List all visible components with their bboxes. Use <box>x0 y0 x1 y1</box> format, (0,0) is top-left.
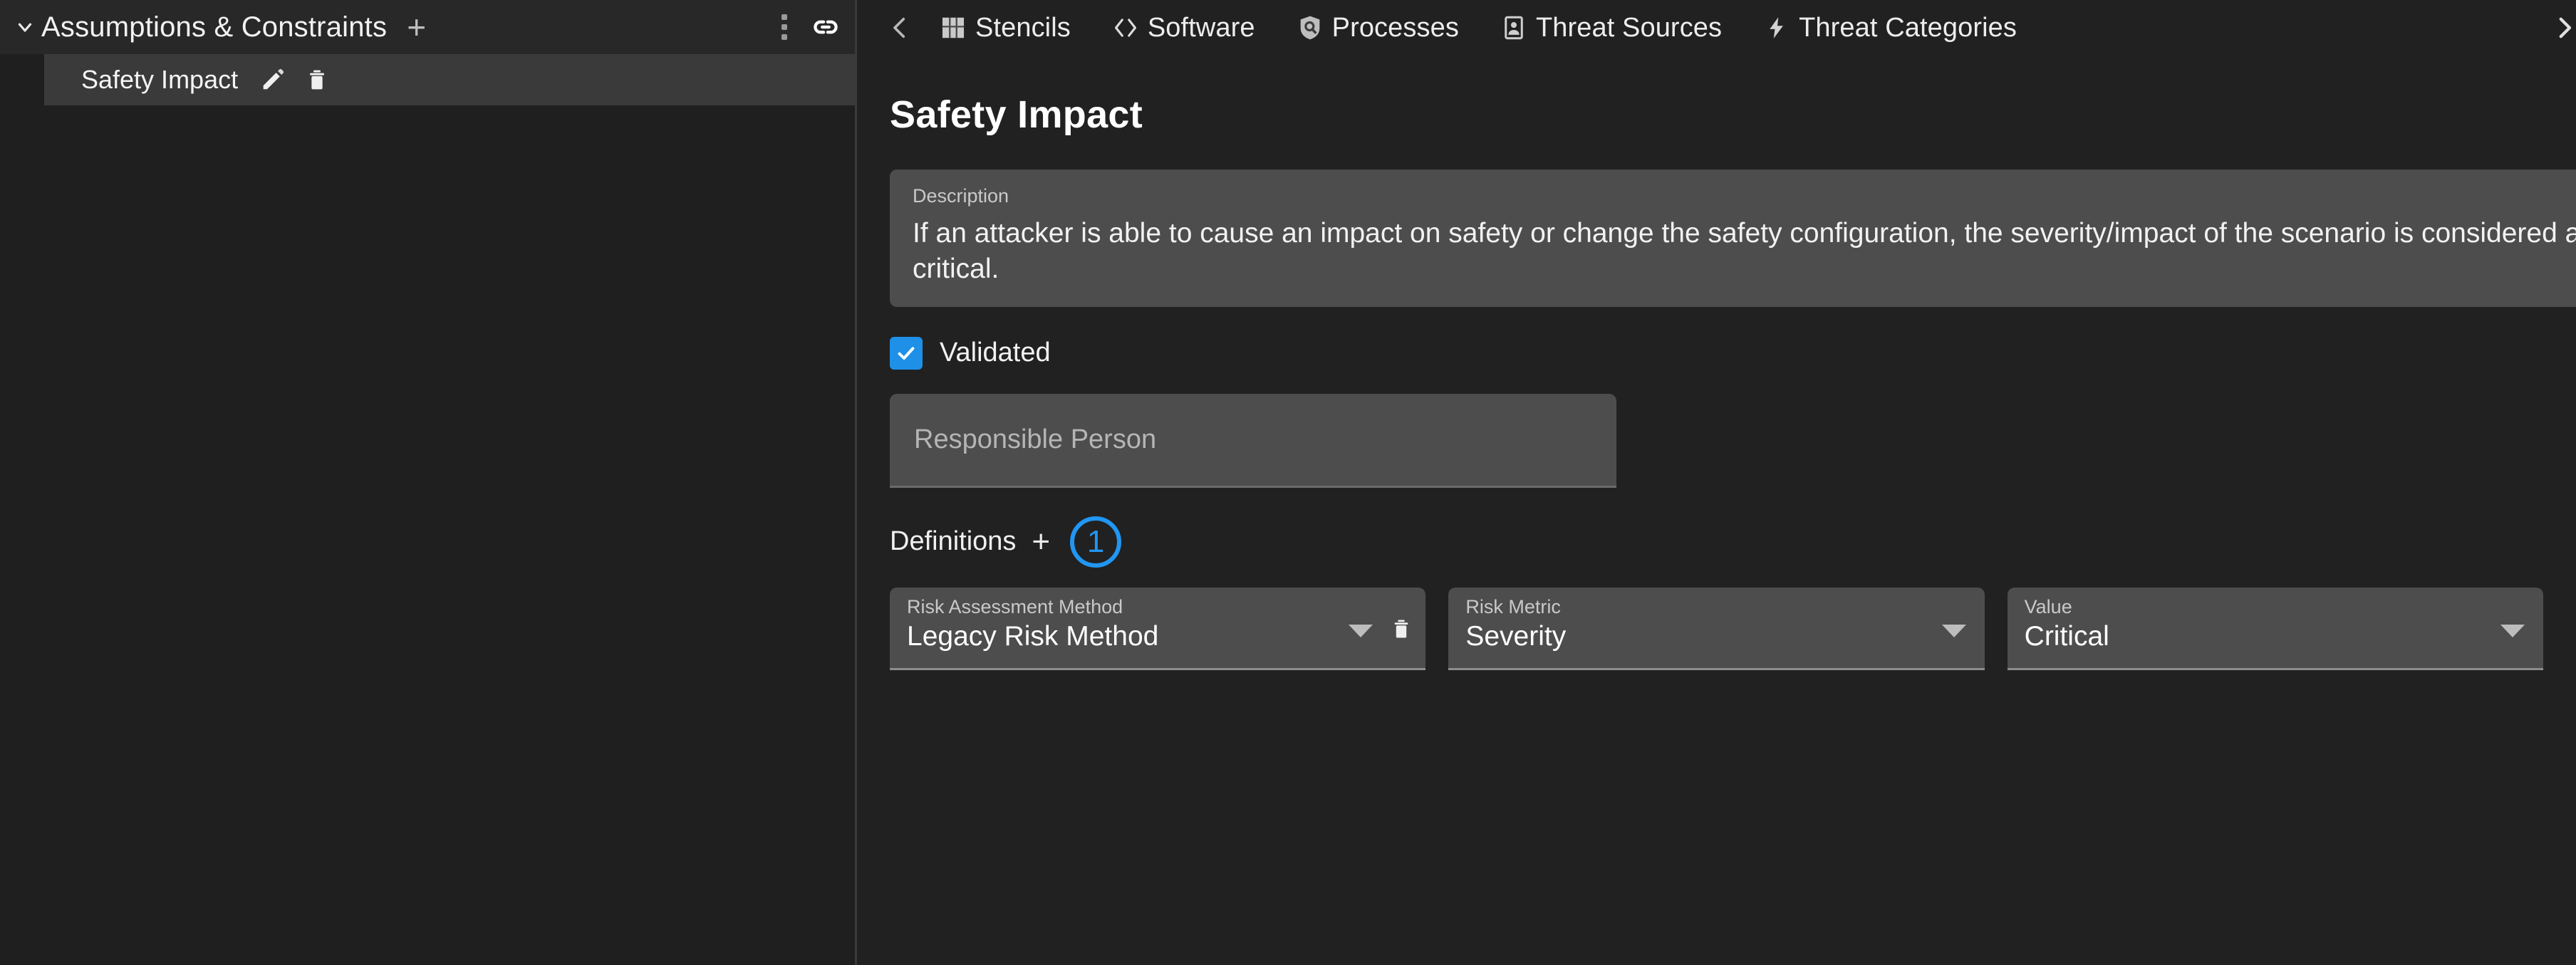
definitions-header: Definitions + 1 <box>890 516 2543 568</box>
tab-processes[interactable]: Processes <box>1295 9 1477 48</box>
add-assumption-button[interactable]: + <box>407 11 426 43</box>
risk-assessment-method-value: Legacy Risk Method <box>907 620 1159 652</box>
tab-stencils-label: Stencils <box>975 12 1071 43</box>
sidebar-header: Assumptions & Constraints + <box>0 0 855 54</box>
chevron-down-icon[interactable] <box>1349 624 1373 637</box>
sidebar-item-safety-impact[interactable]: Safety Impact <box>44 54 855 105</box>
tab-threat-sources[interactable]: Threat Sources <box>1499 9 1740 48</box>
tab-threat-categories[interactable]: Threat Categories <box>1762 9 2035 48</box>
risk-metric-label: Risk Metric <box>1465 595 1561 617</box>
sidebar: Assumptions & Constraints + Safety Impac… <box>0 0 857 965</box>
risk-metric-select[interactable]: Risk Metric Severity <box>1448 587 1985 670</box>
chevron-down-icon[interactable] <box>13 15 37 39</box>
tab-software-label: Software <box>1147 12 1255 43</box>
value-value: Critical <box>2024 620 2109 652</box>
validated-label: Validated <box>940 338 1051 368</box>
more-vertical-icon[interactable] <box>781 13 788 41</box>
trash-icon[interactable] <box>305 66 329 93</box>
main-panel: Stencils Software Processes Threat Sourc… <box>857 0 2576 965</box>
description-card: Description If an attacker is able to ca… <box>890 169 2576 307</box>
annotation-marker-1: 1 <box>1070 516 1122 568</box>
add-definition-button[interactable]: + <box>1032 526 1050 557</box>
link-icon[interactable] <box>809 11 842 43</box>
chevron-left-icon[interactable] <box>878 6 921 49</box>
code-brackets-icon <box>1111 13 1141 43</box>
validated-checkbox[interactable] <box>890 336 923 370</box>
description-text: If an attacker is able to cause an impac… <box>913 218 2576 284</box>
tab-stencils[interactable]: Stencils <box>938 9 1089 48</box>
shield-search-icon <box>1295 13 1325 43</box>
tab-threat-categories-label: Threat Categories <box>1799 12 2017 43</box>
definitions-label: Definitions <box>890 526 1017 557</box>
responsible-person-field[interactable]: Responsible Person <box>890 393 1616 488</box>
main-content: Safety Impact Description If an attacker… <box>857 56 2576 670</box>
validated-row: Validated <box>890 336 2543 370</box>
pencil-icon[interactable] <box>259 66 286 93</box>
app-root: Assumptions & Constraints + Safety Impac… <box>0 0 2576 965</box>
chevron-down-icon[interactable] <box>2500 624 2525 637</box>
tab-threat-sources-label: Threat Sources <box>1535 12 1723 43</box>
sidebar-item-label: Safety Impact <box>81 65 239 94</box>
responsible-person-placeholder: Responsible Person <box>914 424 1157 454</box>
chevron-right-icon[interactable] <box>2549 6 2576 49</box>
trash-icon[interactable] <box>1390 616 1413 645</box>
sidebar-item-actions <box>259 66 329 93</box>
sidebar-header-actions <box>781 0 842 54</box>
definitions-fields: Risk Assessment Method Legacy Risk Metho… <box>890 587 2543 670</box>
person-badge-icon <box>1499 13 1529 43</box>
description-label: Description <box>913 185 1009 207</box>
value-label: Value <box>2024 595 2072 617</box>
lightning-bolt-icon <box>1762 13 1792 43</box>
main-toolbar: Stencils Software Processes Threat Sourc… <box>857 0 2576 56</box>
risk-assessment-method-select[interactable]: Risk Assessment Method Legacy Risk Metho… <box>890 587 1426 670</box>
risk-metric-value: Severity <box>1465 620 1567 652</box>
value-select[interactable]: Value Critical <box>2007 587 2543 670</box>
page-title: Safety Impact <box>890 93 1143 136</box>
risk-assessment-method-label: Risk Assessment Method <box>907 595 1123 617</box>
grid-icon <box>938 13 968 43</box>
tab-software[interactable]: Software <box>1111 9 1274 48</box>
tab-processes-label: Processes <box>1331 12 1459 43</box>
chevron-down-icon[interactable] <box>1941 624 1966 637</box>
sidebar-title: Assumptions & Constraints <box>41 11 388 43</box>
